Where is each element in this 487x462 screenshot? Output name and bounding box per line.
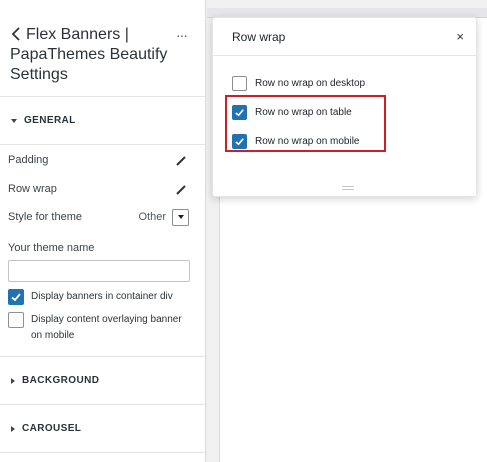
rowwrap-row: Row wrap <box>8 175 189 203</box>
close-icon[interactable]: × <box>456 29 464 44</box>
edit-pencil-icon[interactable] <box>175 153 189 167</box>
caret-right-icon <box>11 377 15 384</box>
theme-name-label: Your theme name <box>8 242 95 254</box>
chevron-down-icon <box>177 215 184 219</box>
style-theme-select[interactable]: Other <box>138 208 189 226</box>
theme-name-input[interactable] <box>8 260 190 282</box>
customizer-sidebar: Flex Banners | PapaThemes Beautify Setti… <box>0 0 206 462</box>
caret-down-icon <box>11 118 17 123</box>
dropdown-button[interactable] <box>172 208 189 226</box>
edit-pencil-icon[interactable] <box>175 182 189 196</box>
popup-title: Row wrap <box>232 29 286 44</box>
section-general-toggle[interactable]: GENERAL <box>0 97 205 145</box>
chevron-left-icon[interactable] <box>10 26 22 42</box>
style-theme-row: Style for theme Other <box>8 204 189 230</box>
style-theme-value: Other <box>138 211 166 223</box>
checkmark-icon <box>11 293 21 302</box>
popup-header: Row wrap × <box>213 18 476 56</box>
padding-label: Padding <box>8 154 49 166</box>
nowrap-desktop-label: Row no wrap on desktop <box>255 78 366 89</box>
nowrap-desktop-checkbox[interactable] <box>232 76 247 91</box>
general-section-body: Padding Row wrap Style for theme Other Y… <box>0 145 205 357</box>
highlight-box <box>225 95 386 152</box>
overlay-mobile-checkbox[interactable] <box>8 312 24 328</box>
more-options-icon[interactable]: ··· <box>176 27 188 43</box>
resize-grip-icon[interactable] <box>342 186 354 190</box>
container-div-checkbox[interactable] <box>8 289 24 305</box>
section-carousel-label: CAROUSEL <box>22 423 82 434</box>
rowwrap-label: Row wrap <box>8 183 57 195</box>
option-desktop: Row no wrap on desktop <box>232 69 476 98</box>
preview-top-strip <box>207 0 487 8</box>
container-div-option: Display banners in container div <box>8 289 189 305</box>
section-background-label: BACKGROUND <box>22 375 100 386</box>
caret-right-icon <box>11 425 15 432</box>
style-theme-label: Style for theme <box>8 211 82 223</box>
padding-row: Padding <box>8 145 189 175</box>
overlay-mobile-label: Display content overlaying banner on mob… <box>31 314 182 341</box>
section-general-label: GENERAL <box>24 115 76 126</box>
container-div-label: Display banners in container div <box>31 291 173 302</box>
sidebar-header: Flex Banners | PapaThemes Beautify Setti… <box>0 0 205 97</box>
section-background-toggle[interactable]: BACKGROUND <box>0 357 205 405</box>
section-carousel-toggle[interactable]: CAROUSEL <box>0 405 205 453</box>
overlay-mobile-option: Display content overlaying banner on mob… <box>8 312 189 356</box>
panel-title: Flex Banners | PapaThemes Beautify Setti… <box>10 26 168 83</box>
